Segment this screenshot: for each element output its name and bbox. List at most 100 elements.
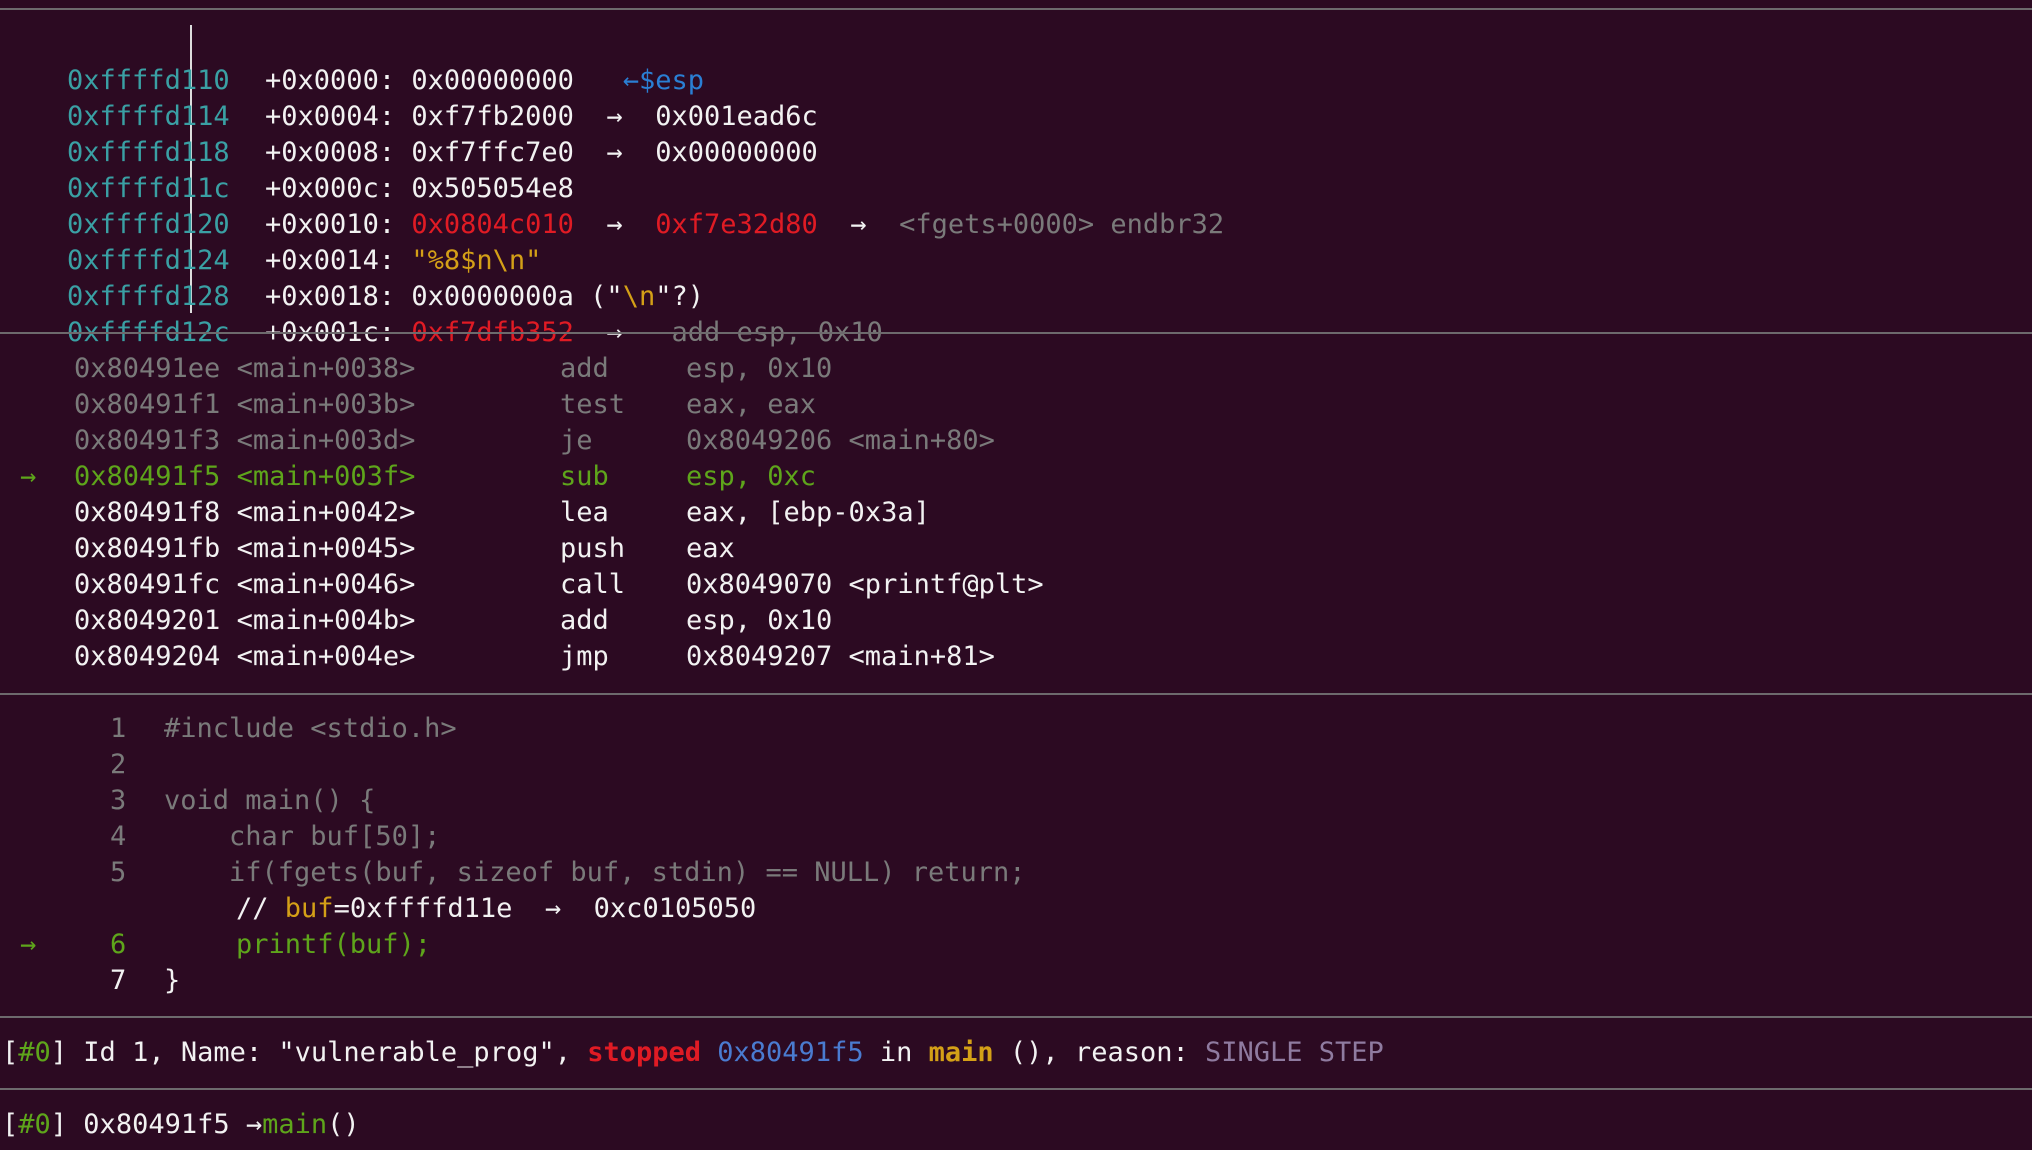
- source-line-number: 1: [110, 713, 127, 744]
- disasm-row: add: [560, 603, 609, 639]
- stack-row: +0x0004: 0xf7fb2000 → 0x001ead6c: [200, 63, 818, 132]
- stack-row: +0x001c: 0xf7dfb352 → add esp, 0x10: [200, 279, 883, 348]
- stack-row: 0xffffd12c: [2, 279, 230, 348]
- source-line-number-current: 6: [110, 929, 127, 960]
- disasm-symbol: <main+004b>: [236, 605, 416, 636]
- source-threads-separator: [0, 1016, 2032, 1018]
- disasm-symbol: <main+003d>: [236, 425, 416, 456]
- current-line-arrow-icon: →: [20, 929, 37, 960]
- threads-trace-separator: [0, 1088, 2032, 1090]
- disasm-row: push: [560, 531, 625, 567]
- comment-variable: buf: [284, 893, 334, 924]
- disasm-row: esp, 0x10: [686, 351, 832, 387]
- disasm-symbol: <main+004e>: [236, 641, 416, 672]
- disasm-row-current: sub: [560, 459, 609, 495]
- stack-row: 0xffffd11c: [2, 135, 230, 204]
- disasm-operands: 0x8049070 <printf@plt>: [686, 569, 1044, 600]
- thread-reason-label: (), reason:: [993, 1037, 1205, 1068]
- disasm-mnemonic: add: [560, 353, 609, 384]
- disasm-row: 0x80491fb <main+0045>: [74, 531, 415, 567]
- disasm-row: test: [560, 387, 625, 423]
- stack-row: 0xffffd114: [2, 63, 230, 132]
- stack-row: +0x0014: "%8$n\n": [200, 207, 541, 276]
- source-line-code-current: printf(buf);: [236, 929, 432, 960]
- source-line-code: #include <stdio.h>: [164, 713, 457, 744]
- top-separator: [0, 8, 2032, 10]
- disasm-row: 0x80491ee <main+0038>: [74, 351, 415, 387]
- disasm-operands: eax, [ebp-0x3a]: [686, 497, 930, 528]
- stack-row: +0x0008: 0xf7ffc7e0 → 0x00000000: [200, 99, 818, 168]
- disasm-address: 0x80491ee: [74, 353, 221, 384]
- code-source-separator: [0, 693, 2032, 695]
- trace-frame-id: #0: [18, 1109, 51, 1140]
- disasm-row: 0x8049207 <main+81>: [686, 639, 995, 675]
- disasm-row: call: [560, 567, 625, 603]
- thread-state: stopped: [587, 1037, 702, 1068]
- disasm-row: jmp: [560, 639, 609, 675]
- disasm-mnemonic: test: [560, 389, 626, 420]
- disasm-row: 0x80491fc <main+0046>: [74, 567, 415, 603]
- stack-code-separator: [0, 332, 2032, 334]
- source-line-code: void main() {: [164, 785, 376, 816]
- disasm-row: 0x80491f1 <main+003b>: [74, 387, 415, 423]
- stack-target: 0xf7e32d80: [655, 209, 818, 240]
- stack-row: 0xffffd118: [2, 99, 230, 168]
- disasm-mnemonic: push: [560, 533, 626, 564]
- trace-tag-close: ]: [50, 1109, 68, 1140]
- deref-arrow-icon: →: [606, 209, 623, 240]
- disasm-symbol: <main+003b>: [236, 389, 416, 420]
- source-comment: // buf=0xffffd11e → 0xc0105050: [236, 891, 756, 927]
- source-line-number: 2: [110, 749, 127, 780]
- deref-arrow-icon: →: [544, 893, 562, 924]
- stack-row: +0x0000: 0x00000000 ←$esp: [200, 27, 704, 96]
- disasm-address: 0x80491f1: [74, 389, 221, 420]
- disasm-address: 0x8049201: [74, 605, 221, 636]
- trace-function: main: [262, 1109, 328, 1140]
- disasm-row-current: 0x80491f5 <main+003f>: [74, 459, 415, 495]
- disasm-row: 0x8049204 <main+004e>: [74, 639, 415, 675]
- disasm-address: 0x80491fb: [74, 533, 221, 564]
- comment-prefix: //: [236, 893, 285, 924]
- disasm-operands: esp, 0x10: [686, 353, 833, 384]
- disasm-row: 0x80491f8 <main+0042>: [74, 495, 415, 531]
- source-line-number: 7: [110, 965, 127, 996]
- disasm-row-current: esp, 0xc: [686, 459, 816, 495]
- disasm-operands: eax, eax: [686, 389, 817, 420]
- trace-arrow-icon: →: [245, 1109, 263, 1140]
- comment-address: =0xffffd11e: [333, 893, 513, 924]
- disasm-mnemonic: jmp: [560, 641, 609, 672]
- trace-tag-open: [: [2, 1109, 19, 1140]
- disasm-address: 0x80491fc: [74, 569, 221, 600]
- thread-function: main: [928, 1037, 994, 1068]
- stack-target: 0x00000000: [655, 137, 818, 168]
- disasm-address: 0x80491f3: [74, 425, 221, 456]
- trace-address: 0x80491f5: [67, 1109, 246, 1140]
- stack-row: 0xffffd120: [2, 171, 230, 240]
- current-instruction-arrow-icon: →: [20, 461, 37, 492]
- disasm-row: 0x8049070 <printf@plt>: [686, 567, 1044, 603]
- source-line-code: if(fgets(buf, sizeof buf, stdin) == NULL…: [164, 857, 1026, 888]
- disasm-operands: esp, 0xc: [686, 461, 817, 492]
- disasm-row: eax, [ebp-0x3a]: [686, 495, 930, 531]
- disasm-symbol: <main+0042>: [236, 497, 416, 528]
- stack-row: +0x0010: 0x0804c010 → 0xf7e32d80 → <fget…: [200, 171, 1224, 240]
- disasm-symbol: <main+0046>: [236, 569, 416, 600]
- stack-row: 0xffffd124: [2, 207, 230, 276]
- deref-arrow-icon: →: [606, 137, 623, 168]
- stack-row: +0x0018: 0x0000000a ("\n"?): [200, 243, 704, 312]
- disasm-operands: eax: [686, 533, 735, 564]
- disasm-symbol: <main+0038>: [236, 353, 416, 384]
- disasm-row: add: [560, 351, 609, 387]
- disasm-row: eax: [686, 531, 735, 567]
- disasm-row: 0x80491f3 <main+003d>: [74, 423, 415, 459]
- disasm-address: 0x80491f8: [74, 497, 221, 528]
- disasm-row: esp, 0x10: [686, 603, 832, 639]
- disasm-mnemonic: sub: [560, 461, 609, 492]
- thread-address: 0x80491f5: [717, 1037, 864, 1068]
- disasm-operands: esp, 0x10: [686, 605, 833, 636]
- disasm-row: 0x8049206 <main+80>: [686, 423, 995, 459]
- disasm-row: 0x8049201 <main+004b>: [74, 603, 415, 639]
- disasm-row: eax, eax: [686, 387, 816, 423]
- comment-value: 0xc0105050: [593, 893, 757, 924]
- trace-parens: (): [327, 1109, 360, 1140]
